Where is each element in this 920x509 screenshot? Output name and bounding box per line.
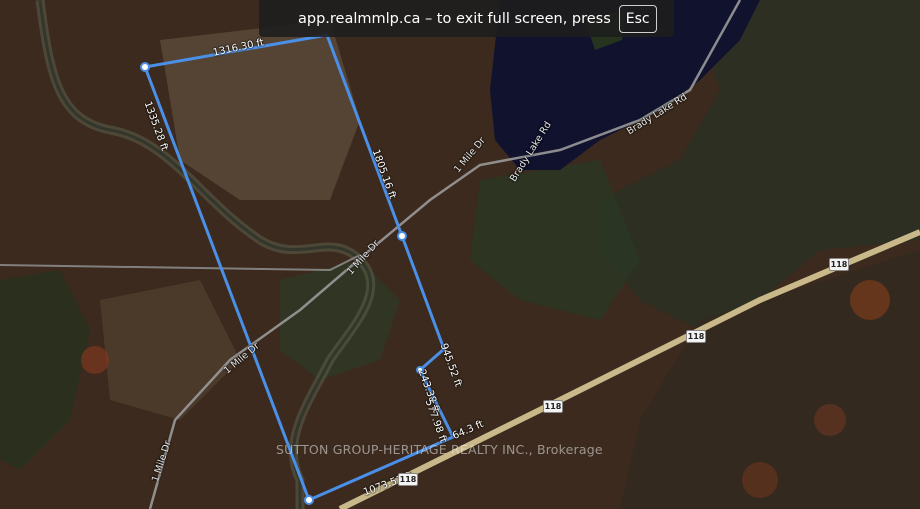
esc-key-hint[interactable]: Esc bbox=[618, 4, 657, 33]
boundary-vertex bbox=[397, 231, 407, 241]
brokerage-watermark: SUTTON GROUP-HERITAGE REALTY INC., Broke… bbox=[276, 442, 603, 457]
boundary-vertex bbox=[140, 62, 150, 72]
boundary-vertex bbox=[304, 495, 314, 505]
fullscreen-message: app.realmmlp.ca – to exit full screen, p… bbox=[298, 10, 611, 27]
highway-shield: 118 bbox=[829, 258, 849, 271]
autumn-foliage bbox=[742, 462, 778, 498]
highway-shield: 118 bbox=[398, 473, 418, 486]
satellite-map[interactable]: 1316.30 ft 1335.28 ft 1805.16 ft 945.52 … bbox=[0, 0, 920, 509]
highway-shield: 118 bbox=[543, 400, 563, 413]
fullscreen-exit-banner: app.realmmlp.ca – to exit full screen, p… bbox=[259, 0, 674, 37]
autumn-foliage bbox=[81, 346, 109, 374]
autumn-foliage bbox=[814, 404, 846, 436]
autumn-foliage bbox=[850, 280, 890, 320]
highway-shield: 118 bbox=[686, 330, 706, 343]
